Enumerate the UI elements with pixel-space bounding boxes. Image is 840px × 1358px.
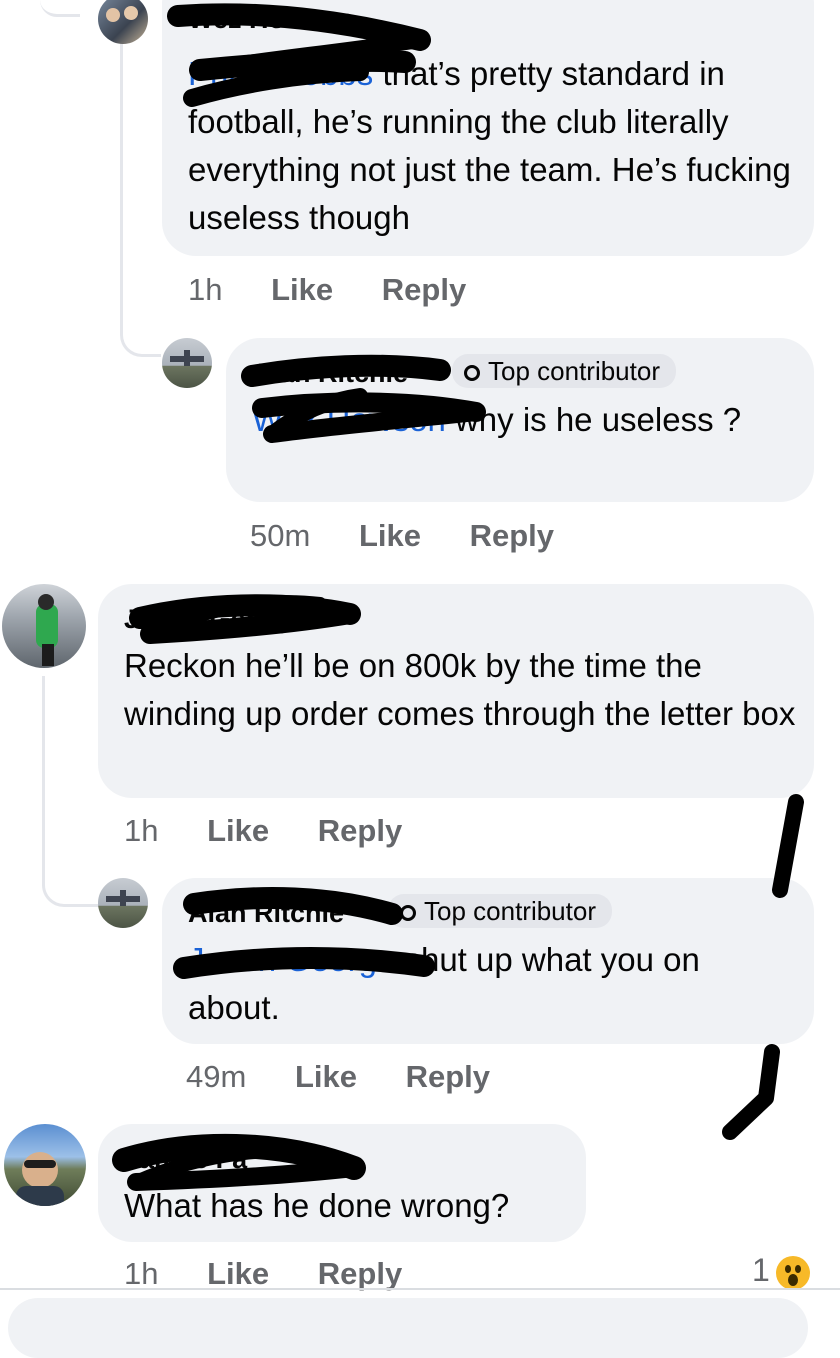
commenter-name[interactable]: James Fa <box>124 1144 247 1175</box>
comment-text: Philip Hobbs that’s pretty standard in f… <box>188 50 798 242</box>
commenter-name[interactable]: Alan Ritchie <box>252 358 408 389</box>
avatar[interactable] <box>4 1124 86 1206</box>
mention-link[interactable]: Philip Hobbs <box>188 55 373 92</box>
comment-bubble: Wez Howson Philip Hobbs that’s pretty st… <box>162 0 814 256</box>
next-comment-bubble <box>8 1298 808 1358</box>
commenter-name[interactable]: Jason George <box>124 604 304 635</box>
like-button[interactable]: Like <box>295 1059 357 1094</box>
comment-actions: 50m Like Reply <box>250 518 554 554</box>
comment-text: What has he done wrong? <box>124 1187 510 1224</box>
like-button[interactable]: Like <box>271 272 333 307</box>
comment-bubble: Alan Ritchie Top contributor Wez Howson … <box>226 338 814 502</box>
comment-time[interactable]: 1h <box>124 1256 158 1291</box>
reply-button[interactable]: Reply <box>318 813 402 848</box>
wow-emoji-icon <box>775 1255 810 1290</box>
reply-button[interactable]: Reply <box>318 1256 402 1291</box>
reply-button[interactable]: Reply <box>382 272 466 307</box>
medal-icon <box>400 905 416 921</box>
like-button[interactable]: Like <box>207 813 269 848</box>
avatar[interactable] <box>162 338 212 388</box>
reply-button[interactable]: Reply <box>406 1059 490 1094</box>
avatar[interactable] <box>98 878 148 928</box>
reply-button[interactable]: Reply <box>470 518 554 553</box>
comment-time[interactable]: 1h <box>188 272 222 307</box>
commenter-name[interactable]: Alan Ritchie <box>188 898 344 929</box>
mention-link[interactable]: Wez Howson <box>252 401 446 438</box>
comment-bubble: Alan Ritchie Top contributor Jason Georg… <box>162 878 814 1044</box>
reaction-count: 1 <box>752 1252 770 1288</box>
comment-time[interactable]: 49m <box>186 1059 246 1094</box>
commenter-name[interactable]: Wez Howson <box>188 4 354 35</box>
like-button[interactable]: Like <box>207 1256 269 1291</box>
thread-line <box>42 676 101 907</box>
thread-line <box>120 300 161 357</box>
comment-body: why is he useless ? <box>445 401 742 438</box>
comment-actions: 1h Like Reply <box>124 813 402 849</box>
divider <box>0 1288 840 1290</box>
top-contributor-badge: Top contributor <box>452 354 676 388</box>
comment-text: Wez Howson why is he useless ? <box>252 396 792 444</box>
reaction-summary[interactable]: 1 <box>752 1252 810 1290</box>
comment-actions: 49m Like Reply <box>186 1059 490 1095</box>
like-button[interactable]: Like <box>359 518 421 553</box>
comment-time[interactable]: 50m <box>250 518 310 553</box>
avatar[interactable] <box>98 0 148 44</box>
avatar[interactable] <box>2 584 86 668</box>
thread-line <box>120 0 123 330</box>
mention-link[interactable]: Jason George <box>188 941 395 978</box>
comment-time[interactable]: 1h <box>124 813 158 848</box>
comment-actions: 1h Like Reply <box>124 1256 402 1292</box>
top-contributor-badge: Top contributor <box>388 894 612 928</box>
medal-icon <box>464 365 480 381</box>
thread-line <box>40 0 80 17</box>
comment-bubble: Jason George Reckon he’ll be on 800k by … <box>98 584 814 798</box>
comment-bubble: James Fa What has he done wrong? <box>98 1124 586 1242</box>
comment-text: Jason George shut up what you on about. <box>188 936 798 1032</box>
comment-text: Reckon he’ll be on 800k by the time the … <box>124 647 796 732</box>
comment-actions: 1h Like Reply <box>188 272 466 308</box>
